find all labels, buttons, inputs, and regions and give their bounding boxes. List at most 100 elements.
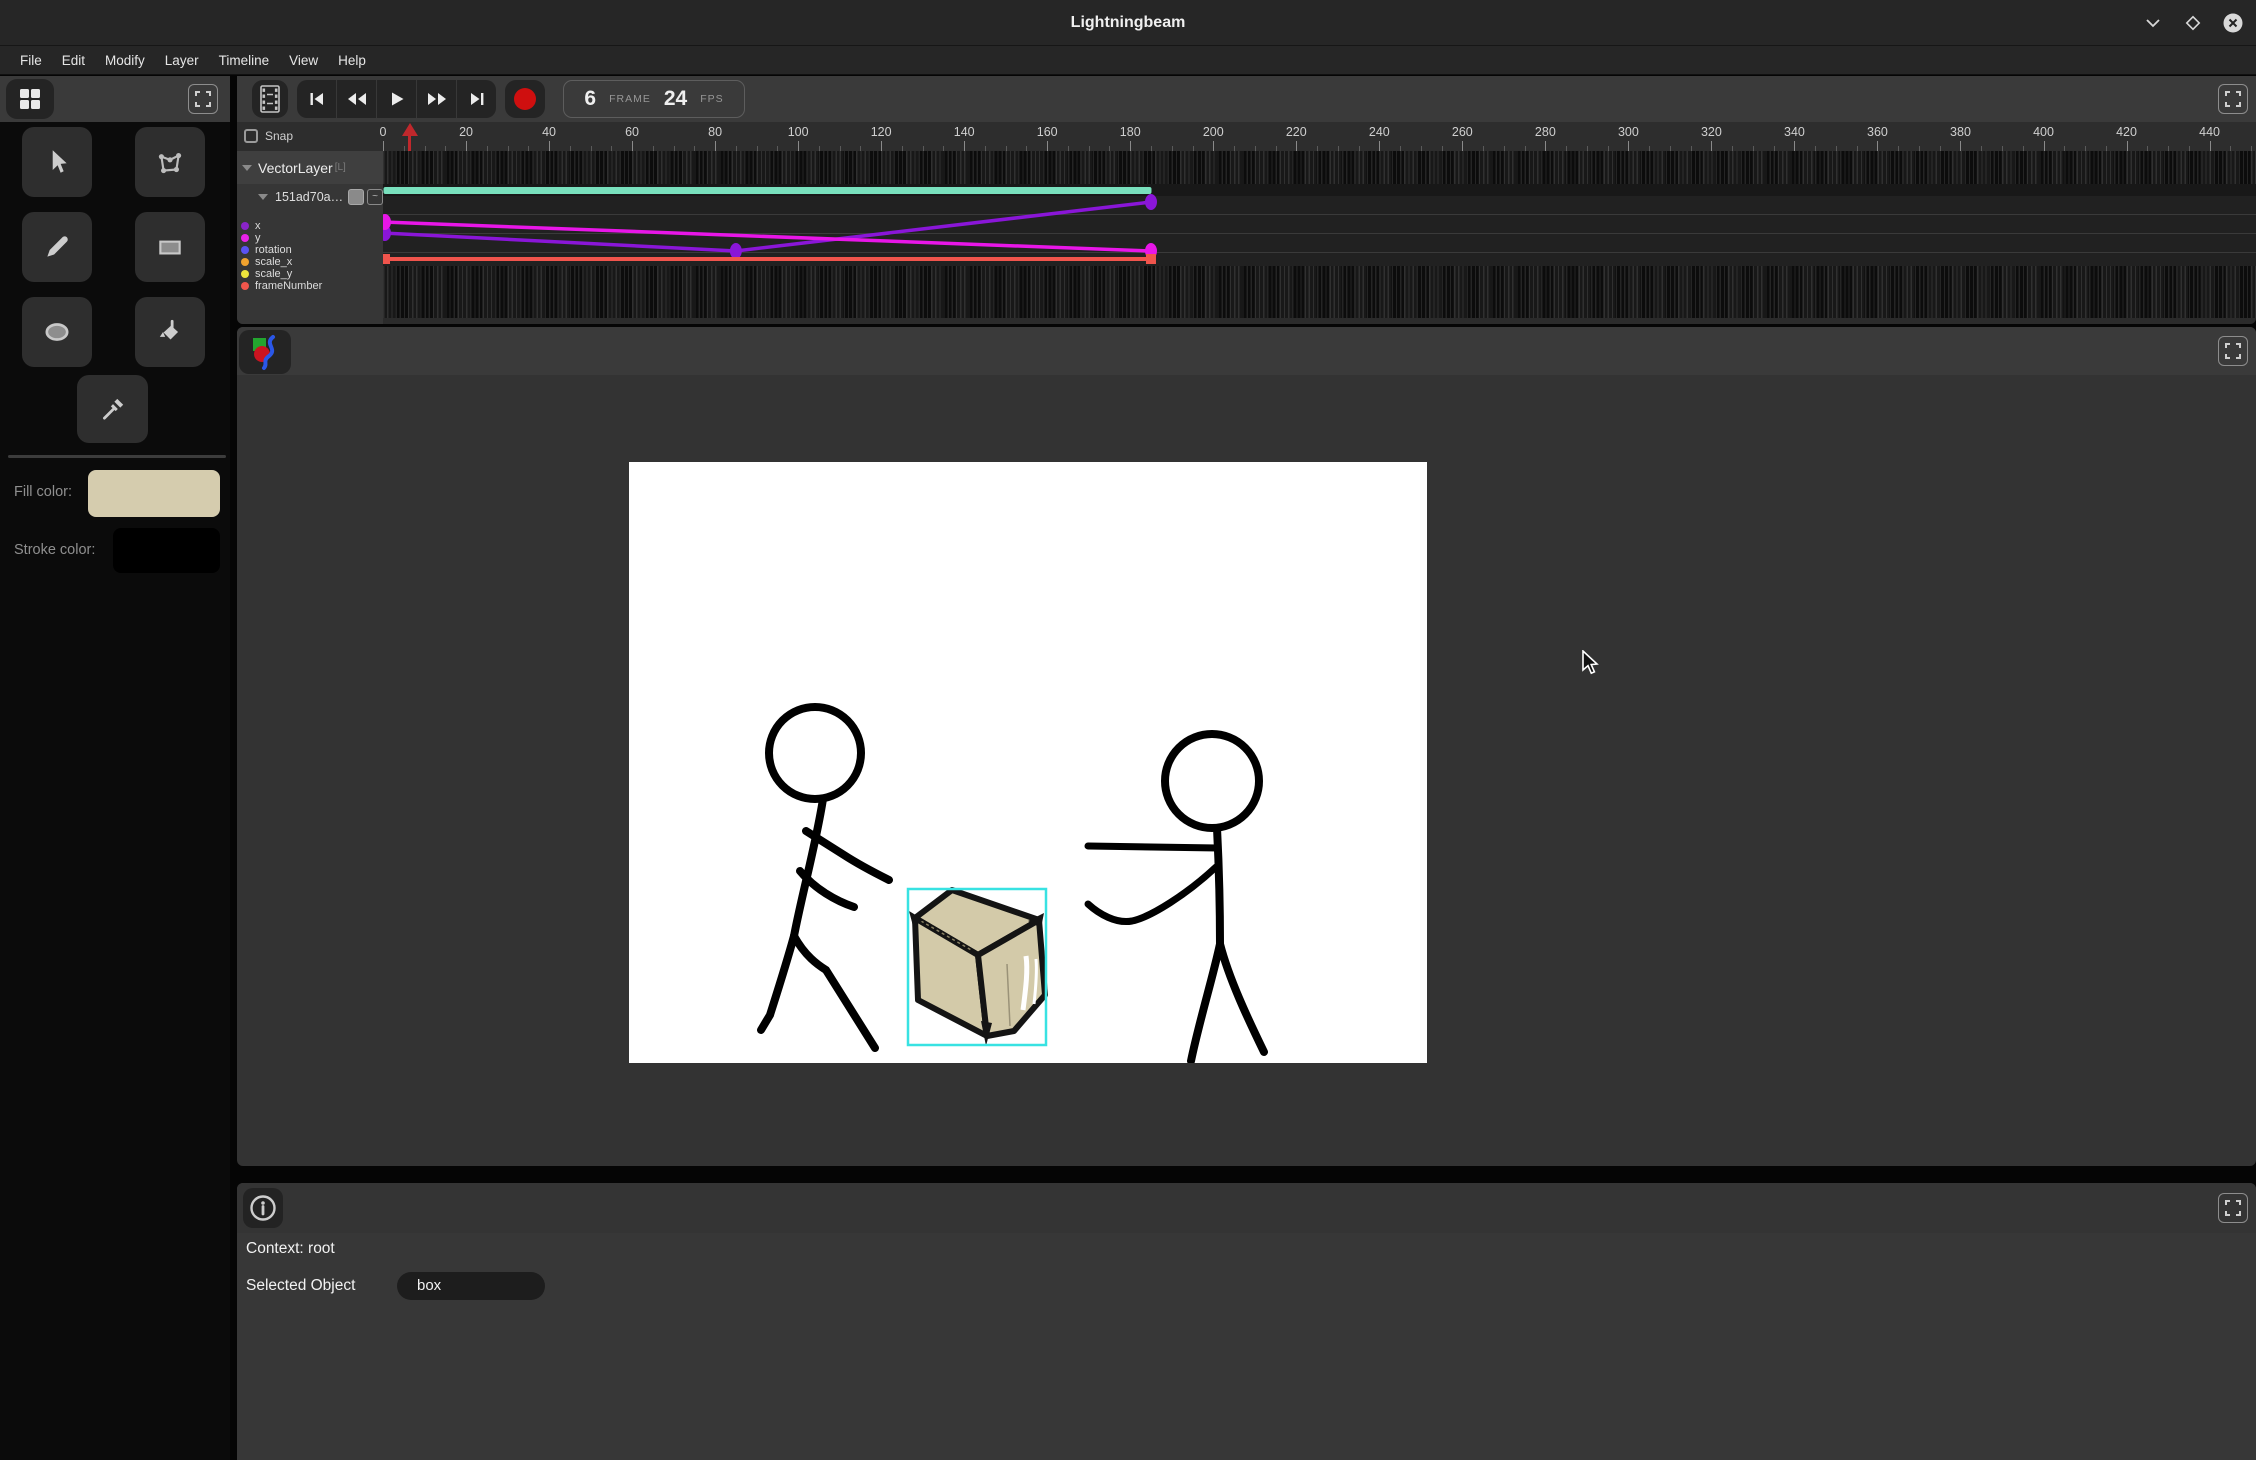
ruler-label: 140 bbox=[954, 125, 975, 139]
titlebar: Lightningbeam bbox=[0, 0, 2256, 46]
ruler-label: 300 bbox=[1618, 125, 1639, 139]
pencil-tool-button[interactable] bbox=[22, 212, 92, 282]
timeline-property-frameNumber[interactable]: frameNumber bbox=[241, 280, 322, 292]
box-object[interactable] bbox=[908, 889, 1046, 1046]
ruler-label: 400 bbox=[2033, 125, 2054, 139]
transform-tool-button[interactable] bbox=[135, 127, 205, 197]
ellipse-tool-button[interactable] bbox=[22, 297, 92, 367]
maximize-icon[interactable] bbox=[2179, 9, 2206, 36]
layer-tween-button[interactable]: ~ bbox=[367, 189, 383, 205]
ruler-label: 260 bbox=[1452, 125, 1473, 139]
ruler-tick bbox=[1960, 141, 1961, 151]
selected-object-label: Selected Object bbox=[246, 1277, 355, 1295]
playhead-arrow bbox=[402, 123, 418, 136]
rewind-icon bbox=[345, 89, 369, 109]
ruler-label: 240 bbox=[1369, 125, 1390, 139]
close-icon[interactable] bbox=[2219, 9, 2246, 36]
stage[interactable] bbox=[629, 462, 1427, 1063]
timeline-tracks: VectorLayer [L] 151ad70a… ~ xyrotationsc… bbox=[237, 151, 2256, 324]
ruler-tick bbox=[1794, 141, 1795, 151]
selected-object-value[interactable]: box bbox=[397, 1272, 545, 1300]
eyedropper-icon bbox=[98, 394, 128, 424]
keyframe-track-area[interactable] bbox=[383, 151, 2256, 324]
eyedropper-tool-button[interactable] bbox=[77, 375, 148, 443]
ruler-label: 320 bbox=[1701, 125, 1722, 139]
menu-layer[interactable]: Layer bbox=[155, 53, 209, 68]
layer-row-vectorlayer[interactable]: VectorLayer [L] bbox=[237, 151, 383, 184]
stick-figure-left[interactable] bbox=[761, 707, 889, 1048]
stick-figure-right[interactable] bbox=[1088, 734, 1264, 1061]
timeline-property-rotation[interactable]: rotation bbox=[241, 244, 292, 256]
property-color-dot bbox=[241, 246, 249, 254]
paint-bucket-tool-button[interactable] bbox=[135, 297, 205, 367]
stroke-color-swatch[interactable] bbox=[113, 528, 220, 573]
tools-expand-button[interactable] bbox=[188, 84, 218, 114]
menu-edit[interactable]: Edit bbox=[52, 53, 95, 68]
select-tool-button[interactable] bbox=[22, 127, 92, 197]
menu-file[interactable]: File bbox=[10, 53, 52, 68]
canvas-header bbox=[237, 327, 2256, 375]
menubar: FileEditModifyLayerTimelineViewHelp bbox=[0, 46, 2256, 75]
property-name: rotation bbox=[255, 244, 292, 256]
menu-timeline[interactable]: Timeline bbox=[209, 53, 280, 68]
play-button[interactable] bbox=[377, 80, 417, 118]
grid-icon bbox=[18, 87, 42, 111]
minimize-icon[interactable] bbox=[2139, 9, 2166, 36]
inspector-expand-button[interactable] bbox=[2218, 1193, 2248, 1223]
layer-names-column: VectorLayer [L] 151ad70a… ~ xyrotationsc… bbox=[237, 151, 383, 324]
timeline-property-scale_y[interactable]: scale_y bbox=[241, 268, 292, 280]
fast-forward-button[interactable] bbox=[417, 80, 457, 118]
object-layer-name: 151ad70a… bbox=[275, 190, 343, 204]
fill-color-label: Fill color: bbox=[14, 484, 72, 500]
fill-color-swatch[interactable] bbox=[88, 470, 220, 517]
ruler-tick bbox=[1130, 141, 1131, 151]
info-icon bbox=[249, 1194, 277, 1222]
skip-to-end-button[interactable] bbox=[457, 80, 496, 118]
ruler-label: 380 bbox=[1950, 125, 1971, 139]
frame-counter: 6 FRAME 24 FPS bbox=[563, 80, 745, 118]
animation-curves[interactable] bbox=[383, 151, 2256, 324]
menu-view[interactable]: View bbox=[279, 53, 328, 68]
ruler-tick bbox=[2127, 141, 2128, 151]
expand-icon bbox=[2225, 91, 2241, 107]
rewind-button[interactable] bbox=[337, 80, 377, 118]
fps-unit-label: FPS bbox=[700, 93, 723, 105]
collapse-triangle-icon[interactable] bbox=[258, 194, 268, 200]
play-icon bbox=[387, 89, 407, 109]
menu-help[interactable]: Help bbox=[328, 53, 376, 68]
timeline-expand-button[interactable] bbox=[2218, 84, 2248, 114]
ruler-tick bbox=[383, 141, 384, 151]
layer-visibility-swatch[interactable] bbox=[348, 189, 364, 205]
ruler-label: 160 bbox=[1037, 125, 1058, 139]
record-button[interactable] bbox=[505, 80, 545, 118]
layer-row-object[interactable]: 151ad70a… ~ bbox=[237, 184, 383, 209]
ruler-tick bbox=[466, 141, 467, 151]
timeline-property-scale_x[interactable]: scale_x bbox=[241, 256, 292, 268]
ruler-tick bbox=[715, 141, 716, 151]
inspector-header bbox=[237, 1183, 2256, 1233]
rectangle-tool-button[interactable] bbox=[135, 212, 205, 282]
ruler-tick bbox=[1877, 141, 1878, 151]
ruler-tick bbox=[1047, 141, 1048, 151]
playhead[interactable] bbox=[410, 123, 418, 151]
info-button[interactable] bbox=[243, 1188, 283, 1228]
scene-tab[interactable] bbox=[239, 330, 291, 374]
grid-view-button[interactable] bbox=[6, 79, 54, 119]
ruler-tick bbox=[964, 141, 965, 151]
property-name: scale_x bbox=[255, 256, 292, 268]
collapse-triangle-icon[interactable] bbox=[242, 165, 252, 171]
stage-drawing bbox=[629, 462, 1427, 1063]
timeline-property-x[interactable]: x bbox=[241, 220, 261, 232]
tools-panel-header bbox=[0, 76, 230, 122]
export-film-button[interactable] bbox=[252, 80, 288, 118]
menu-modify[interactable]: Modify bbox=[95, 53, 155, 68]
ruler-label: 280 bbox=[1535, 125, 1556, 139]
ruler-label: 180 bbox=[1120, 125, 1141, 139]
timeline-ruler[interactable]: Snap 02040608010012014016018020022024026… bbox=[237, 122, 2256, 151]
canvas-expand-button[interactable] bbox=[2218, 336, 2248, 366]
ruler-tick bbox=[1628, 141, 1629, 151]
timeline-property-y[interactable]: y bbox=[241, 232, 261, 244]
skip-to-start-button[interactable] bbox=[297, 80, 337, 118]
film-icon bbox=[260, 85, 280, 113]
context-label: Context: root bbox=[246, 1240, 335, 1258]
